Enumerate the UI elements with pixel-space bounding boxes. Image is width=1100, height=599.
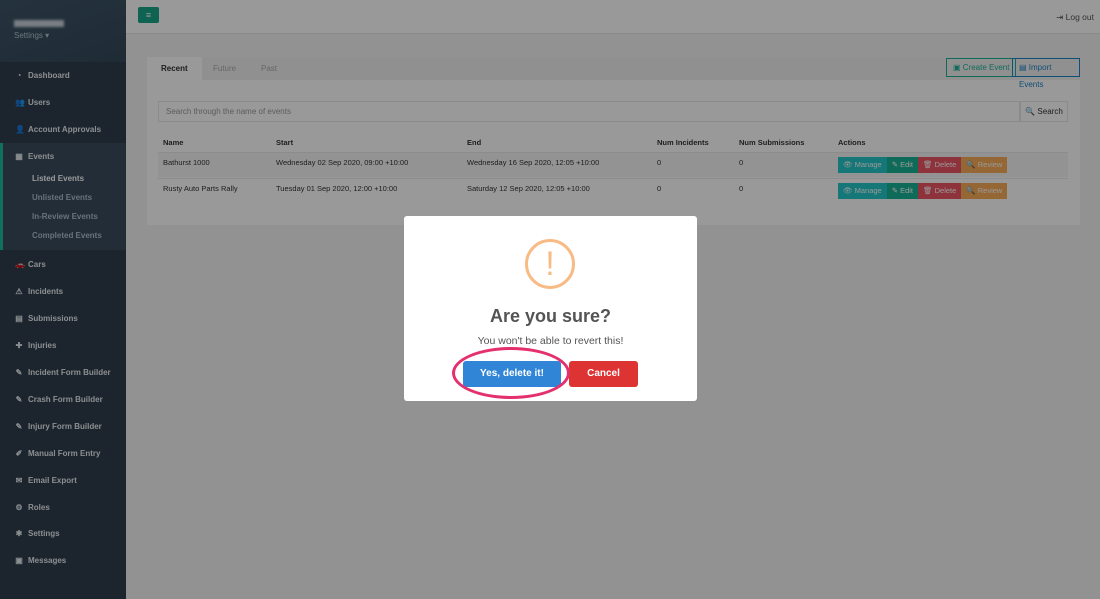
dialog-title: Are you sure? [489,306,612,326]
dialog-text: You won't be able to revert this! [477,335,624,347]
warning-icon: ! [525,239,575,289]
highlight-circle [452,347,570,399]
cancel-button[interactable]: Cancel [569,361,638,387]
